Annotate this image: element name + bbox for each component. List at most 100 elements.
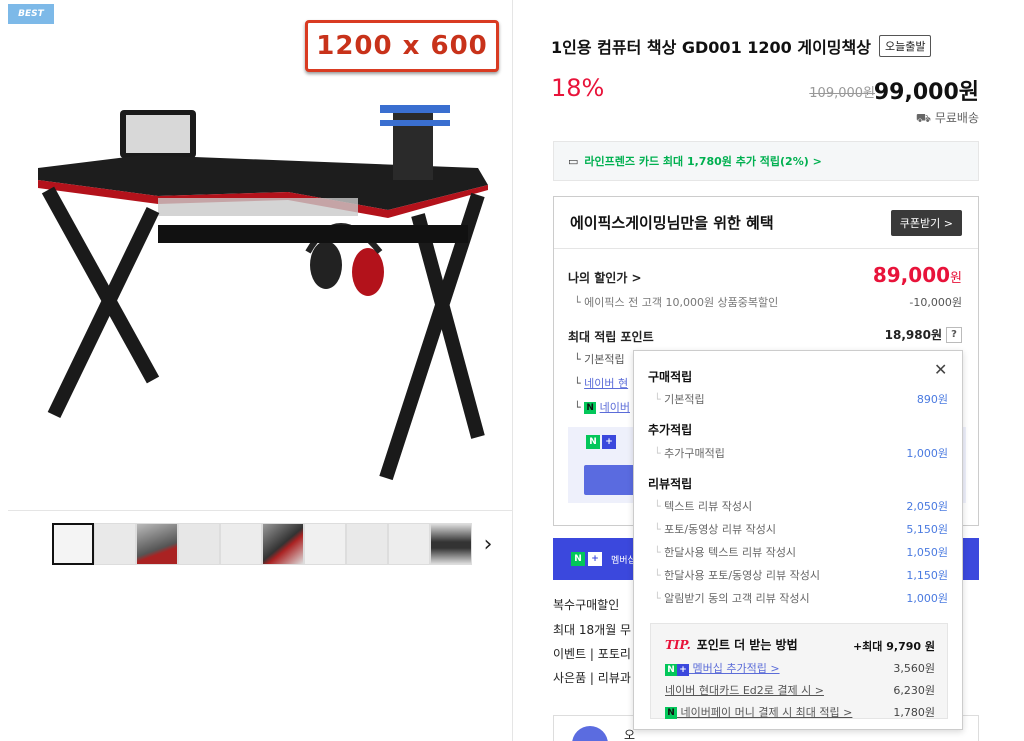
sale-price: 99,000원 xyxy=(873,80,979,105)
tooltip-row-label: 기본적립 xyxy=(654,391,704,407)
my-discount-unit: 원 xyxy=(950,271,962,286)
tip-npay-link[interactable]: N 네이버페이 머니 결제 시 최대 적립 > xyxy=(665,704,852,720)
tooltip-row-label: 텍스트 리뷰 작성시 xyxy=(654,498,752,514)
thumbnail[interactable] xyxy=(136,523,178,565)
my-discount-link[interactable]: 나의 할인가 > xyxy=(568,269,642,286)
thumbnail[interactable] xyxy=(346,523,388,565)
tip-label: TIP. xyxy=(665,638,691,652)
tip-row: 네이버 현대카드 Ed2로 결제 시 > 6,230원 xyxy=(665,682,935,698)
tip-max: +최대 9,790 원 xyxy=(852,640,935,653)
multi-buy-discount: 복수구매할인 xyxy=(553,598,620,612)
card-promo-banner[interactable]: ▭ 라인프렌즈 카드 최대 1,780원 추가 적립(2%) > xyxy=(553,141,979,181)
product-image-panel: 1200 x 600 BEST › xyxy=(8,0,513,741)
all-customer-discount: └ 에이픽스 전 고객 10,000원 상품중복할인 xyxy=(574,296,779,309)
tooltip-row-value: 5,150원 xyxy=(906,523,948,536)
event-info: 이벤트 | 포토리 xyxy=(553,647,631,661)
tip-row: N + 멤버십 추가적립 > 3,560원 xyxy=(665,660,935,676)
naver-card-row: └ 네이버 현 xyxy=(574,377,629,390)
tooltip-row-value: 1,150원 xyxy=(906,569,948,582)
base-point-label: 기본적립 xyxy=(584,353,625,366)
help-icon[interactable]: ? xyxy=(946,326,962,343)
naver-n-icon: N xyxy=(586,435,600,449)
plus-icon: + xyxy=(677,664,689,676)
tooltip-row: 포토/동영상 리뷰 작성시 5,150원 xyxy=(654,521,948,537)
tip-title: 포인트 더 받는 방법 xyxy=(696,638,798,652)
gift-info: 사은품 | 리뷰과 xyxy=(553,671,631,685)
shipping-text: 무료배송 xyxy=(934,111,979,125)
tooltip-row-label: 추가구매적립 xyxy=(654,445,725,461)
best-badge: BEST xyxy=(8,4,54,24)
thumbnail[interactable] xyxy=(388,523,430,565)
tip-row-label: 네이버페이 머니 결제 시 최대 적립 > xyxy=(680,706,853,719)
product-title: 1인용 컴퓨터 책상 GD001 1200 게이밍책상 xyxy=(551,38,871,57)
card-icon: ▭ xyxy=(568,154,579,168)
installment-info: 최대 18개월 무 xyxy=(553,623,632,637)
discount-percent: 18% xyxy=(551,74,605,102)
tip-row-label: 멤버십 추가적립 > xyxy=(692,662,780,675)
all-customer-amount: -10,000원 xyxy=(909,296,962,309)
tooltip-row: 추가구매적립 1,000원 xyxy=(654,445,948,461)
tooltip-row-value: 1,000원 xyxy=(906,592,948,605)
tip-row-label[interactable]: 네이버 현대카드 Ed2로 결제 시 > xyxy=(665,682,824,698)
extra-section-title: 추가적립 xyxy=(648,423,693,437)
thumbnail[interactable] xyxy=(262,523,304,565)
tooltip-row-value: 2,050원 xyxy=(906,500,948,513)
base-point-row: └ 기본적립 xyxy=(574,353,625,366)
product-main-image[interactable]: 1200 x 600 xyxy=(8,0,513,510)
tooltip-row: 한달사용 포토/동영상 리뷰 작성시 1,150원 xyxy=(654,567,948,583)
truck-icon: ⛟ xyxy=(915,111,935,125)
divider xyxy=(8,510,513,511)
card-promo-text: 라인프렌즈 카드 최대 1,780원 추가 적립(2%) > xyxy=(584,155,822,168)
tip-row-value: 6,230원 xyxy=(893,684,935,697)
plus-icon: + xyxy=(588,552,602,566)
max-point-label: 최대 적립 포인트 xyxy=(568,330,654,344)
avatar xyxy=(572,726,608,741)
tip-row: N 네이버페이 머니 결제 시 최대 적립 > 1,780원 xyxy=(665,704,935,720)
naver-n-icon: N xyxy=(571,552,585,566)
membership-tag: N + xyxy=(586,435,616,449)
close-icon[interactable]: ✕ xyxy=(934,360,948,379)
tooltip-row-label: 알림받기 동의 고객 리뷰 작성시 xyxy=(654,590,810,606)
tooltip-row-value: 1,050원 xyxy=(906,546,948,559)
plus-icon: + xyxy=(602,435,616,449)
npay-link[interactable]: 네이버 xyxy=(600,401,630,414)
npay-row: └ N 네이버 xyxy=(574,401,630,414)
review-section-title: 리뷰적립 xyxy=(648,477,693,491)
tip-row-value: 3,560원 xyxy=(893,662,935,675)
chevron-right-icon[interactable]: › xyxy=(478,530,498,560)
tooltip-row-value: 1,000원 xyxy=(906,447,948,460)
tooltip-row: 알림받기 동의 고객 리뷰 작성시 1,000원 xyxy=(654,590,948,606)
point-tooltip: ✕ 구매적립 기본적립 890원 추가적립 추가구매적립 1,000원 리뷰적립… xyxy=(633,350,963,730)
max-point-amount: 18,980원 ? xyxy=(885,326,962,343)
tooltip-row: 한달사용 텍스트 리뷰 작성시 1,050원 xyxy=(654,544,948,560)
tooltip-row: 기본적립 890원 xyxy=(654,391,948,407)
size-label: 1200 x 600 xyxy=(305,20,499,72)
thumbnail-strip xyxy=(52,523,472,565)
desk-illustration xyxy=(38,105,488,481)
original-price: 109,000원 xyxy=(809,86,875,101)
thumbnail[interactable] xyxy=(94,523,136,565)
thumbnail[interactable] xyxy=(52,523,94,565)
naver-card-link[interactable]: 네이버 현 xyxy=(584,377,628,390)
max-point-value: 18,980원 xyxy=(884,328,942,342)
tip-row-value: 1,780원 xyxy=(893,706,935,719)
naver-n-icon: N xyxy=(665,664,677,676)
naver-pay-icon: N xyxy=(584,402,597,414)
tooltip-row-label: 한달사용 포토/동영상 리뷰 작성시 xyxy=(654,567,820,583)
benefit-title: 에이픽스게이밍님만을 위한 혜택 xyxy=(570,214,774,232)
my-discount-value: 89,000 xyxy=(872,263,951,287)
benefit-header: 에이픽스게이밍님만을 위한 혜택 쿠폰받기 > xyxy=(554,197,978,249)
shipping-info: ⛟ 무료배송 xyxy=(916,109,979,127)
thumbnail[interactable] xyxy=(304,523,346,565)
tooltip-row-label: 한달사용 텍스트 리뷰 작성시 xyxy=(654,544,796,560)
tooltip-row: 텍스트 리뷰 작성시 2,050원 xyxy=(654,498,948,514)
naver-pay-icon: N xyxy=(665,707,677,719)
coupon-button[interactable]: 쿠폰받기 > xyxy=(890,209,962,236)
today-ship-badge: 오늘출발 xyxy=(878,35,932,57)
thumbnail[interactable] xyxy=(178,523,220,565)
thumbnail[interactable] xyxy=(220,523,262,565)
purchase-section-title: 구매적립 xyxy=(648,370,693,384)
thumbnail[interactable] xyxy=(430,523,472,565)
tip-membership-link[interactable]: N + 멤버십 추가적립 > xyxy=(665,660,780,676)
tip-box: TIP. 포인트 더 받는 방법 +최대 9,790 원 N + 멤버십 추가적립… xyxy=(650,623,948,719)
